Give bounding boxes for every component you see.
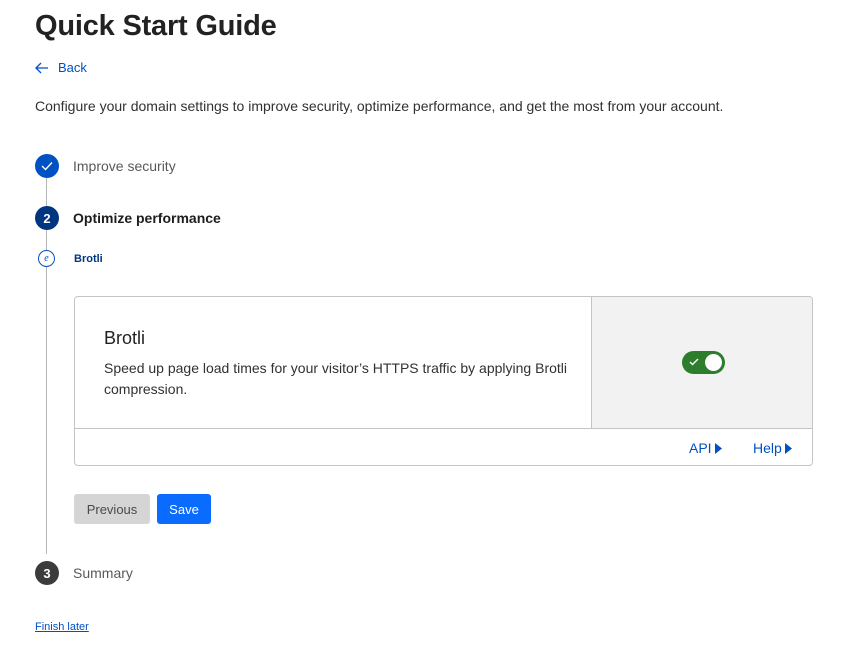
step-summary[interactable]: Summary: [73, 565, 133, 581]
previous-button[interactable]: Previous: [74, 494, 150, 524]
api-link[interactable]: API: [689, 440, 722, 456]
card-content: Brotli Speed up page load times for your…: [75, 297, 592, 429]
caret-right-icon: [784, 442, 792, 454]
check-icon: [41, 162, 53, 171]
api-label: API: [689, 440, 712, 456]
substep-brotli-label[interactable]: Brotli: [74, 253, 103, 265]
arrow-left-icon: [35, 62, 48, 73]
substep-brotli-icon: e: [38, 250, 55, 267]
card-control-panel: [592, 297, 812, 429]
finish-later-link[interactable]: Finish later: [35, 621, 89, 633]
step-number-3: 3: [35, 561, 59, 585]
save-button[interactable]: Save: [157, 494, 211, 524]
step-rail: [46, 178, 47, 554]
help-link[interactable]: Help: [753, 440, 792, 456]
step-optimize-performance[interactable]: Optimize performance: [73, 210, 221, 226]
toggle-knob: [704, 354, 722, 371]
back-label: Back: [58, 60, 87, 75]
step-number-2: 2: [35, 206, 59, 230]
brotli-toggle[interactable]: [681, 351, 725, 374]
card-title: Brotli: [104, 328, 146, 348]
step-improve-security[interactable]: Improve security: [73, 158, 176, 174]
page-title: Quick Start Guide: [35, 10, 277, 42]
step-completed-icon: [35, 154, 59, 178]
card-description: Speed up page load times for your visito…: [104, 360, 567, 397]
toggle-check-icon: [689, 358, 698, 366]
intro-text: Configure your domain settings to improv…: [35, 98, 724, 114]
caret-right-icon: [714, 442, 722, 454]
help-label: Help: [753, 440, 782, 456]
back-link[interactable]: Back: [35, 60, 87, 75]
brotli-setting-card: Brotli Speed up page load times for your…: [74, 296, 813, 466]
